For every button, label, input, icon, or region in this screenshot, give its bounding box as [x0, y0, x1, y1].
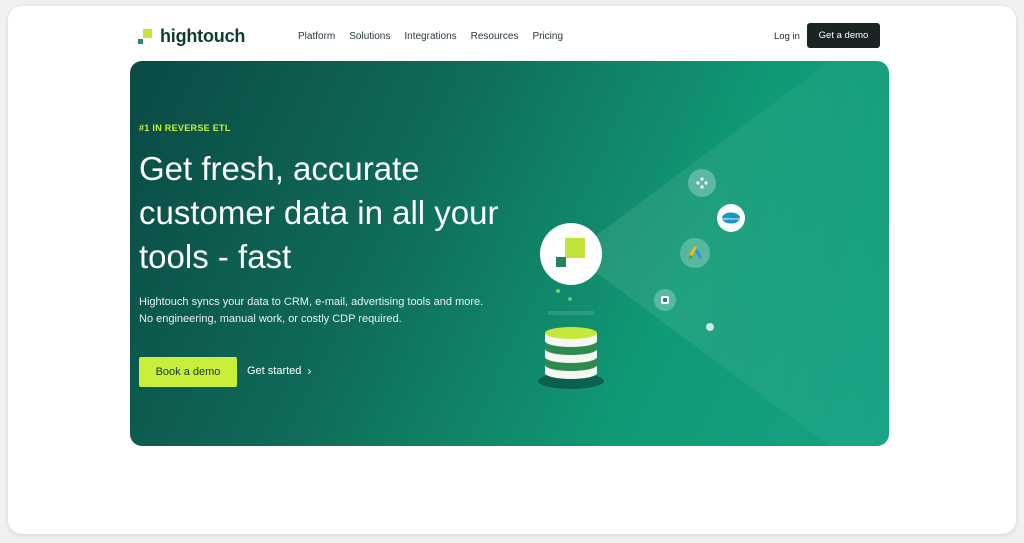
get-started-link[interactable]: Get started ›	[247, 364, 311, 378]
particle-dot	[568, 297, 572, 301]
particle-dot	[706, 323, 714, 331]
database-icon	[538, 311, 604, 389]
menu-item-solutions[interactable]: Solutions	[349, 31, 390, 42]
brand-logo[interactable]: hightouch	[138, 26, 245, 47]
hero-headline: Get fresh, accurate customer data in all…	[139, 150, 499, 275]
top-navigation: hightouch Platform Solutions Integration…	[8, 6, 1016, 62]
menu-item-pricing[interactable]: Pricing	[532, 31, 563, 42]
book-demo-button[interactable]: Book a demo	[139, 357, 237, 387]
salesforce-label: salesforce	[722, 216, 741, 221]
main-menu: Platform Solutions Integrations Resource…	[298, 31, 563, 42]
get-started-label: Get started	[247, 365, 302, 377]
login-link[interactable]: Log in	[774, 31, 800, 42]
hero-description: Hightouch syncs your data to CRM, e-mail…	[139, 296, 484, 325]
menu-item-resources[interactable]: Resources	[471, 31, 519, 42]
get-demo-button[interactable]: Get a demo	[807, 23, 880, 48]
particle-dot	[556, 289, 560, 293]
menu-item-platform[interactable]: Platform	[298, 31, 335, 42]
menu-item-integrations[interactable]: Integrations	[404, 31, 456, 42]
page-frame: hightouch Platform Solutions Integration…	[8, 6, 1016, 534]
hero-eyebrow: #1 IN REVERSE ETL	[139, 123, 231, 133]
hightouch-logo-icon	[138, 28, 154, 45]
hightouch-hub-icon	[540, 223, 602, 285]
google-ads-icon	[680, 238, 710, 268]
chevron-right-icon: ›	[307, 364, 312, 378]
brand-name: hightouch	[160, 26, 246, 46]
hero-section: #1 IN REVERSE ETL Get fresh, accurate cu…	[130, 61, 889, 446]
salesforce-icon: salesforce	[717, 204, 745, 232]
app-icon	[654, 289, 676, 311]
integration-icon	[688, 169, 716, 197]
